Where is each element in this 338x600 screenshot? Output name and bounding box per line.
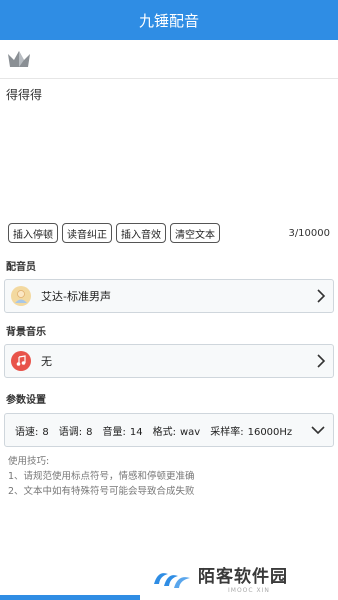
divider bbox=[0, 78, 338, 79]
bottom-bar bbox=[0, 595, 140, 600]
app-header: 九锤配音 bbox=[0, 0, 338, 40]
tips-title: 使用技巧: bbox=[8, 456, 50, 467]
format-label: 格式: bbox=[152, 426, 176, 438]
rate-label: 采样率: bbox=[210, 426, 244, 438]
music-section-label: 背景音乐 bbox=[6, 327, 46, 338]
voice-name: 艾达-标准男声 bbox=[41, 290, 111, 303]
pronunciation-fix-button[interactable]: 读音纠正 bbox=[62, 223, 112, 243]
crown-icon[interactable] bbox=[6, 48, 32, 70]
speed-label: 语速: bbox=[15, 426, 39, 438]
avatar-icon bbox=[11, 286, 31, 306]
insert-effect-button[interactable]: 插入音效 bbox=[116, 223, 166, 243]
text-editor[interactable]: 得得得 bbox=[6, 86, 332, 216]
voice-selector[interactable]: 艾达-标准男声 bbox=[4, 279, 334, 313]
watermark-subtitle: IMOOC XIN bbox=[228, 587, 270, 594]
rate-param: 采样率: 16000Hz bbox=[210, 423, 292, 438]
character-counter: 3/10000 bbox=[288, 227, 330, 239]
params-section-label: 参数设置 bbox=[6, 395, 46, 406]
pitch-label: 语调: bbox=[58, 426, 83, 438]
watermark-logo-icon bbox=[154, 573, 190, 588]
watermark: 陌客软件园 IMOOC XIN bbox=[150, 556, 338, 600]
usage-tips: 使用技巧: 1、请规范使用标点符号，情感和停顿更准确 2、文本中如有特殊符号可能… bbox=[8, 454, 328, 499]
rate-value: 16000Hz bbox=[247, 426, 293, 438]
volume-label: 音量: bbox=[102, 426, 126, 438]
format-value: wav bbox=[179, 426, 201, 438]
voice-section-label: 配音员 bbox=[6, 262, 36, 273]
page-title: 九锤配音 bbox=[138, 11, 199, 30]
volume-value: 14 bbox=[129, 426, 143, 438]
tips-line-1: 1、请规范使用标点符号，情感和停顿更准确 bbox=[8, 471, 195, 482]
music-name: 无 bbox=[41, 355, 52, 368]
params-selector[interactable]: 语速: 8 语调: 8 音量: 14 格式: wav 采样率: 16000Hz bbox=[4, 413, 334, 447]
clear-text-button[interactable]: 清空文本 bbox=[170, 223, 220, 243]
insert-pause-button[interactable]: 插入停顿 bbox=[8, 223, 58, 243]
speed-value: 8 bbox=[42, 426, 49, 438]
chevron-down-icon bbox=[311, 426, 325, 435]
speed-param: 语速: 8 bbox=[15, 423, 49, 438]
volume-param: 音量: 14 bbox=[103, 423, 143, 438]
watermark-title: 陌客软件园 bbox=[198, 567, 288, 587]
music-icon bbox=[11, 351, 31, 371]
format-param: 格式: wav bbox=[153, 423, 201, 438]
editor-text: 得得得 bbox=[6, 88, 43, 102]
editor-toolbar: 插入停顿 读音纠正 插入音效 清空文本 3/10000 bbox=[8, 223, 330, 243]
tips-line-2: 2、文本中如有特殊符号可能会导致合成失败 bbox=[8, 486, 195, 497]
chevron-right-icon bbox=[317, 354, 326, 368]
pitch-value: 8 bbox=[86, 426, 93, 438]
chevron-right-icon bbox=[317, 289, 326, 303]
pitch-param: 语调: 8 bbox=[59, 423, 93, 438]
music-selector[interactable]: 无 bbox=[4, 344, 334, 378]
